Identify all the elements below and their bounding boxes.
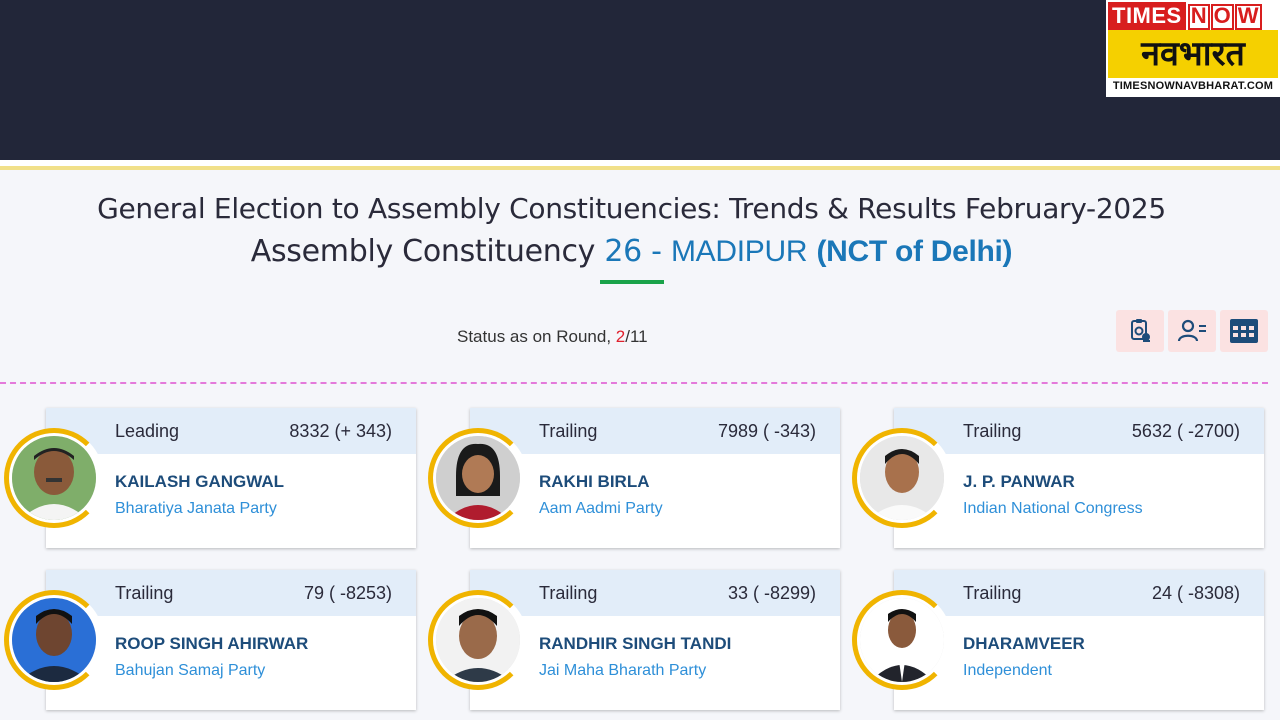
logo-times-text: TIMES <box>1108 2 1186 30</box>
logo-url-text: TIMESNOWNAVBHARAT.COM <box>1112 80 1274 92</box>
candidate-photo-frame <box>852 428 952 528</box>
candidate-name: ROOP SINGH AHIRWAR <box>115 634 309 653</box>
round-status: Status as on Round, 2/11 <box>457 327 648 347</box>
candidate-photo-frame <box>428 590 528 690</box>
site-header <box>0 0 1280 160</box>
candidate-photo <box>860 436 944 520</box>
site-logo[interactable]: TIMES N O W नवभारत TIMESNOWNAVBHARAT.COM <box>1106 0 1280 97</box>
report-icon <box>1131 319 1150 342</box>
card-header: Trailing 5632 ( -2700) <box>894 408 1264 454</box>
constituency-prefix: Assembly Constituency <box>250 234 596 269</box>
candidate-photo <box>860 598 944 682</box>
header-divider <box>0 160 1280 170</box>
candidate-name: KAILASH GANGWAL <box>115 472 285 491</box>
candidate-status: Leading <box>115 420 180 441</box>
table-view-button[interactable] <box>1220 310 1268 352</box>
candidate-name: J. P. PANWAR <box>963 472 1075 491</box>
candidate-photo <box>12 598 96 682</box>
candidate-list-icon <box>1177 319 1206 342</box>
constituency-title: Assembly Constituency 26 - MADIPUR (NCT … <box>0 234 1263 269</box>
card-header: Trailing 24 ( -8308) <box>894 570 1264 616</box>
candidate-party[interactable]: Bharatiya Janata Party <box>115 500 277 518</box>
report-button[interactable] <box>1116 310 1164 352</box>
card-header: Leading 8332 (+ 343) <box>46 408 416 454</box>
candidate-votes: 79 ( -8253) <box>303 582 392 603</box>
candidate-name: DHARAMVEER <box>963 634 1085 653</box>
card-header: Trailing 79 ( -8253) <box>46 570 416 616</box>
candidate-photo-frame <box>4 428 104 528</box>
candidate-status: Trailing <box>963 420 1022 441</box>
candidate-name: RAKHI BIRLA <box>539 472 650 491</box>
round-status-label: Status as on Round, <box>457 327 612 346</box>
constituency-number: 26 - <box>604 234 662 269</box>
candidate-photo <box>12 436 96 520</box>
candidate-status: Trailing <box>539 420 598 441</box>
constituency-state: (NCT of Delhi) <box>816 235 1013 268</box>
candidate-status: Trailing <box>539 582 598 603</box>
logo-wordmark: TIMES N O W <box>1108 2 1278 30</box>
candidate-party[interactable]: Bahujan Samaj Party <box>115 662 265 680</box>
title-underline <box>600 280 664 284</box>
candidate-party[interactable]: Indian National Congress <box>963 500 1143 518</box>
page-title: General Election to Assembly Constituenc… <box>97 192 1166 225</box>
candidate-photo-frame <box>4 590 104 690</box>
candidate-name: RANDHIR SINGH TANDI <box>539 634 732 653</box>
logo-now-letter: O <box>1210 4 1234 30</box>
constituency-name: MADIPUR <box>670 235 808 268</box>
round-total: /11 <box>625 327 648 346</box>
candidate-photo <box>436 436 520 520</box>
candidate-photo-frame <box>852 590 952 690</box>
candidate-votes: 33 ( -8299) <box>727 582 816 603</box>
card-header: Trailing 33 ( -8299) <box>470 570 840 616</box>
round-current: 2 <box>615 327 626 346</box>
section-divider <box>0 382 1268 384</box>
candidate-party[interactable]: Independent <box>963 662 1052 680</box>
candidate-photo-frame <box>428 428 528 528</box>
candidate-status: Trailing <box>963 582 1022 603</box>
logo-now-letter: W <box>1234 4 1262 30</box>
logo-hindi-text: नवभारत <box>1108 30 1278 78</box>
logo-now-letter: N <box>1187 4 1210 30</box>
candidate-votes: 5632 ( -2700) <box>1131 420 1240 441</box>
card-header: Trailing 7989 ( -343) <box>470 408 840 454</box>
candidate-list-button[interactable] <box>1168 310 1216 352</box>
candidate-status: Trailing <box>115 582 174 603</box>
candidate-photo <box>436 598 520 682</box>
table-grid-icon <box>1230 319 1258 343</box>
candidate-votes: 24 ( -8308) <box>1151 582 1240 603</box>
logo-now-text: N O W <box>1185 2 1264 30</box>
candidate-votes: 8332 (+ 343) <box>289 420 392 441</box>
candidate-party[interactable]: Aam Aadmi Party <box>539 500 663 518</box>
candidate-party[interactable]: Jai Maha Bharath Party <box>539 662 706 680</box>
candidate-votes: 7989 ( -343) <box>717 420 816 441</box>
